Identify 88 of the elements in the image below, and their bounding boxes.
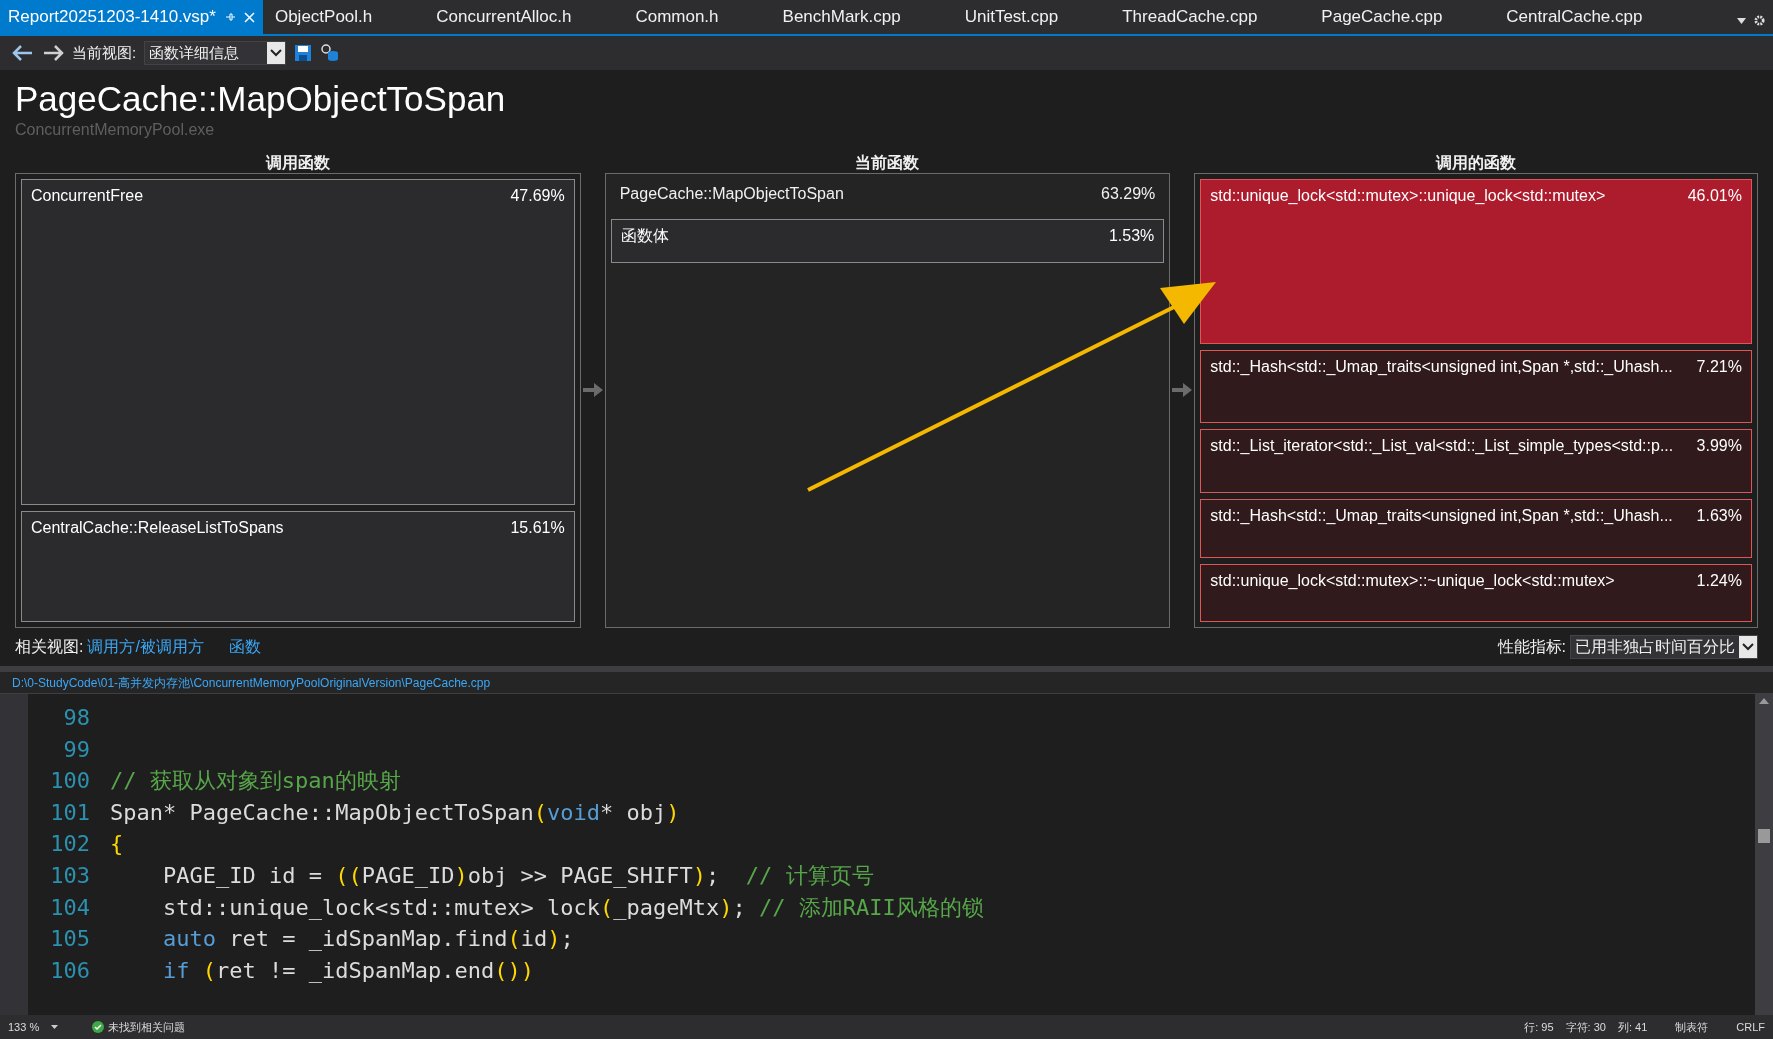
function-title: PageCache::MapObjectToSpan <box>15 78 507 120</box>
function-tile[interactable]: std::_Hash<std::_Umap_traits<unsigned int,Span *,std::_Uhash... 7.21% <box>1200 350 1752 423</box>
file-tab[interactable]: ThreadCache.cpp <box>1110 0 1270 34</box>
function-name: PageCache::MapObjectToSpan <box>619 184 844 204</box>
file-tab[interactable]: UnitTest.cpp <box>952 0 1071 34</box>
related-label: 相关视图: <box>15 637 84 657</box>
scrollbar[interactable] <box>1755 694 1773 1015</box>
file-tab[interactable]: ObjectPool.h <box>262 0 385 34</box>
function-tile[interactable]: CentralCache::ReleaseListToSpans 15.61% <box>21 511 575 622</box>
line-number: 100 <box>49 767 91 796</box>
function-name: std::_Hash<std::_Umap_traits<unsigned int,Span *,std::_Uhash... <box>1210 506 1673 527</box>
back-arrow-icon[interactable] <box>12 44 34 62</box>
pin-icon[interactable] <box>223 11 236 23</box>
file-path: D:\0-StudyCode\01-高并发内存池\ConcurrentMemoryPoolOriginalVersion\PageCache.cpp <box>12 674 491 692</box>
related-view-link[interactable]: 函数 <box>228 635 261 659</box>
function-tile[interactable]: std::unique_lock<std::mutex>::~unique_lock<std::mutex> 1.24% <box>1200 564 1752 622</box>
chevron-down-icon <box>270 49 283 57</box>
code-line: std::unique_lock<std::mutex> lock(_pageMtx); // 添加RAII风格的锁 <box>161 893 984 922</box>
arrow-icon <box>582 382 603 397</box>
column-heading: 调用函数 <box>265 153 330 173</box>
function-tile[interactable]: ConcurrentFree 47.69% <box>21 179 575 506</box>
line-number: 106 <box>49 956 91 985</box>
scroll-up-icon[interactable] <box>1759 698 1769 704</box>
function-percent: 7.21% <box>1696 357 1742 378</box>
function-percent: 1.53% <box>1108 226 1155 246</box>
column-indicator: 列: 41 <box>1617 1019 1648 1035</box>
char-indicator: 字符: 30 <box>1565 1019 1606 1035</box>
line-ending-indicator[interactable]: CRLF <box>1736 1018 1765 1036</box>
function-percent: 3.99% <box>1696 435 1742 456</box>
function-tile[interactable]: std::unique_lock<std::mutex>::unique_lock<std::mutex> 46.01% <box>1200 179 1752 345</box>
code-line: Span* PageCache::MapObjectToSpan(void* obj) <box>109 798 680 827</box>
dropdown-icon[interactable] <box>1737 17 1746 24</box>
function-name: CentralCache::ReleaseListToSpans <box>31 518 284 539</box>
column-heading: 调用的函数 <box>1436 153 1517 173</box>
function-name: ConcurrentFree <box>31 186 144 206</box>
line-number: 99 <box>62 735 91 764</box>
function-tile[interactable]: 函数体 1.53% <box>610 219 1165 263</box>
function-tile[interactable]: std::_List_iterator<std::_List_val<std::_List_simple_types<std::p... 3.99% <box>1200 428 1752 494</box>
file-tab[interactable]: Report20251203-1410.vsp* <box>0 0 263 34</box>
close-icon[interactable] <box>243 11 255 23</box>
line-number: 104 <box>49 893 91 922</box>
line-number: 101 <box>49 798 91 827</box>
zoom-select[interactable]: 133 % <box>8 1018 64 1036</box>
line-number: 105 <box>49 925 91 954</box>
module-name: ConcurrentMemoryPool.exe <box>15 120 216 140</box>
column-heading: 当前函数 <box>855 153 920 173</box>
save-icon[interactable] <box>294 44 313 62</box>
code-line: if (ret != _idSpanMap.end()) <box>162 956 534 985</box>
function-percent: 15.61% <box>510 518 565 539</box>
line-number: 103 <box>49 861 91 890</box>
function-percent: 63.29% <box>1101 184 1156 204</box>
view-select[interactable]: 函数详细信息 <box>144 41 287 65</box>
function-name: std::unique_lock<std::mutex>::unique_lock<std::mutex> <box>1210 186 1606 206</box>
function-name: std::_List_iterator<std::_List_val<std::_List_simple_types<std::p... <box>1210 435 1674 456</box>
function-name: std::unique_lock<std::mutex>::~unique_lock<std::mutex> <box>1210 571 1615 592</box>
database-icon[interactable] <box>320 43 341 63</box>
function-percent: 46.01% <box>1687 186 1742 206</box>
forward-arrow-icon[interactable] <box>42 44 64 62</box>
file-tab[interactable]: ConcurrentAlloc.h <box>424 0 584 34</box>
scrollbar-thumb[interactable] <box>1758 829 1770 843</box>
check-circle-icon <box>92 1021 104 1033</box>
file-tab[interactable]: CentralCache.cpp <box>1494 0 1655 34</box>
function-name: 函数体 <box>620 226 669 246</box>
chevron-down-icon <box>1742 643 1754 651</box>
related-view-link[interactable]: 调用方/被调用方 <box>87 635 204 659</box>
line-indicator: 行: 95 <box>1524 1019 1554 1035</box>
line-number: 102 <box>49 830 91 859</box>
indent-indicator[interactable]: 制表符 <box>1675 1018 1709 1036</box>
dropdown-icon <box>51 1025 59 1029</box>
file-tab[interactable]: PageCache.cpp <box>1309 0 1455 34</box>
line-number: 98 <box>62 704 91 732</box>
view-label: 当前视图: <box>72 42 137 63</box>
code-line: auto ret = _idSpanMap.find(id); <box>162 925 574 954</box>
function-name: std::_Hash<std::_Umap_traits<unsigned int,Span *,std::_Uhash... <box>1210 357 1673 378</box>
metric-label: 性能指标: <box>1497 637 1566 657</box>
function-tile[interactable]: std::_Hash<std::_Umap_traits<unsigned int,Span *,std::_Uhash... 1.63% <box>1200 499 1752 559</box>
function-percent: 1.24% <box>1696 571 1742 592</box>
issues-status[interactable]: 未找到相关问题 <box>108 1018 185 1036</box>
metric-select[interactable]: 已用非独占时间百分比 <box>1570 635 1758 659</box>
settings-icon[interactable] <box>1754 15 1765 26</box>
code-line: { <box>109 830 124 859</box>
function-percent: 1.63% <box>1696 506 1742 527</box>
function-percent: 47.69% <box>510 186 565 206</box>
arrow-icon <box>1172 382 1193 397</box>
file-tab[interactable]: Common.h <box>623 0 731 34</box>
code-line: // 获取从对象到span的映射 <box>109 767 401 796</box>
file-tab[interactable]: BenchMark.cpp <box>770 0 913 34</box>
code-line: PAGE_ID id = ((PAGE_ID)obj >> PAGE_SHIFT); // 计算页号 <box>161 861 874 890</box>
